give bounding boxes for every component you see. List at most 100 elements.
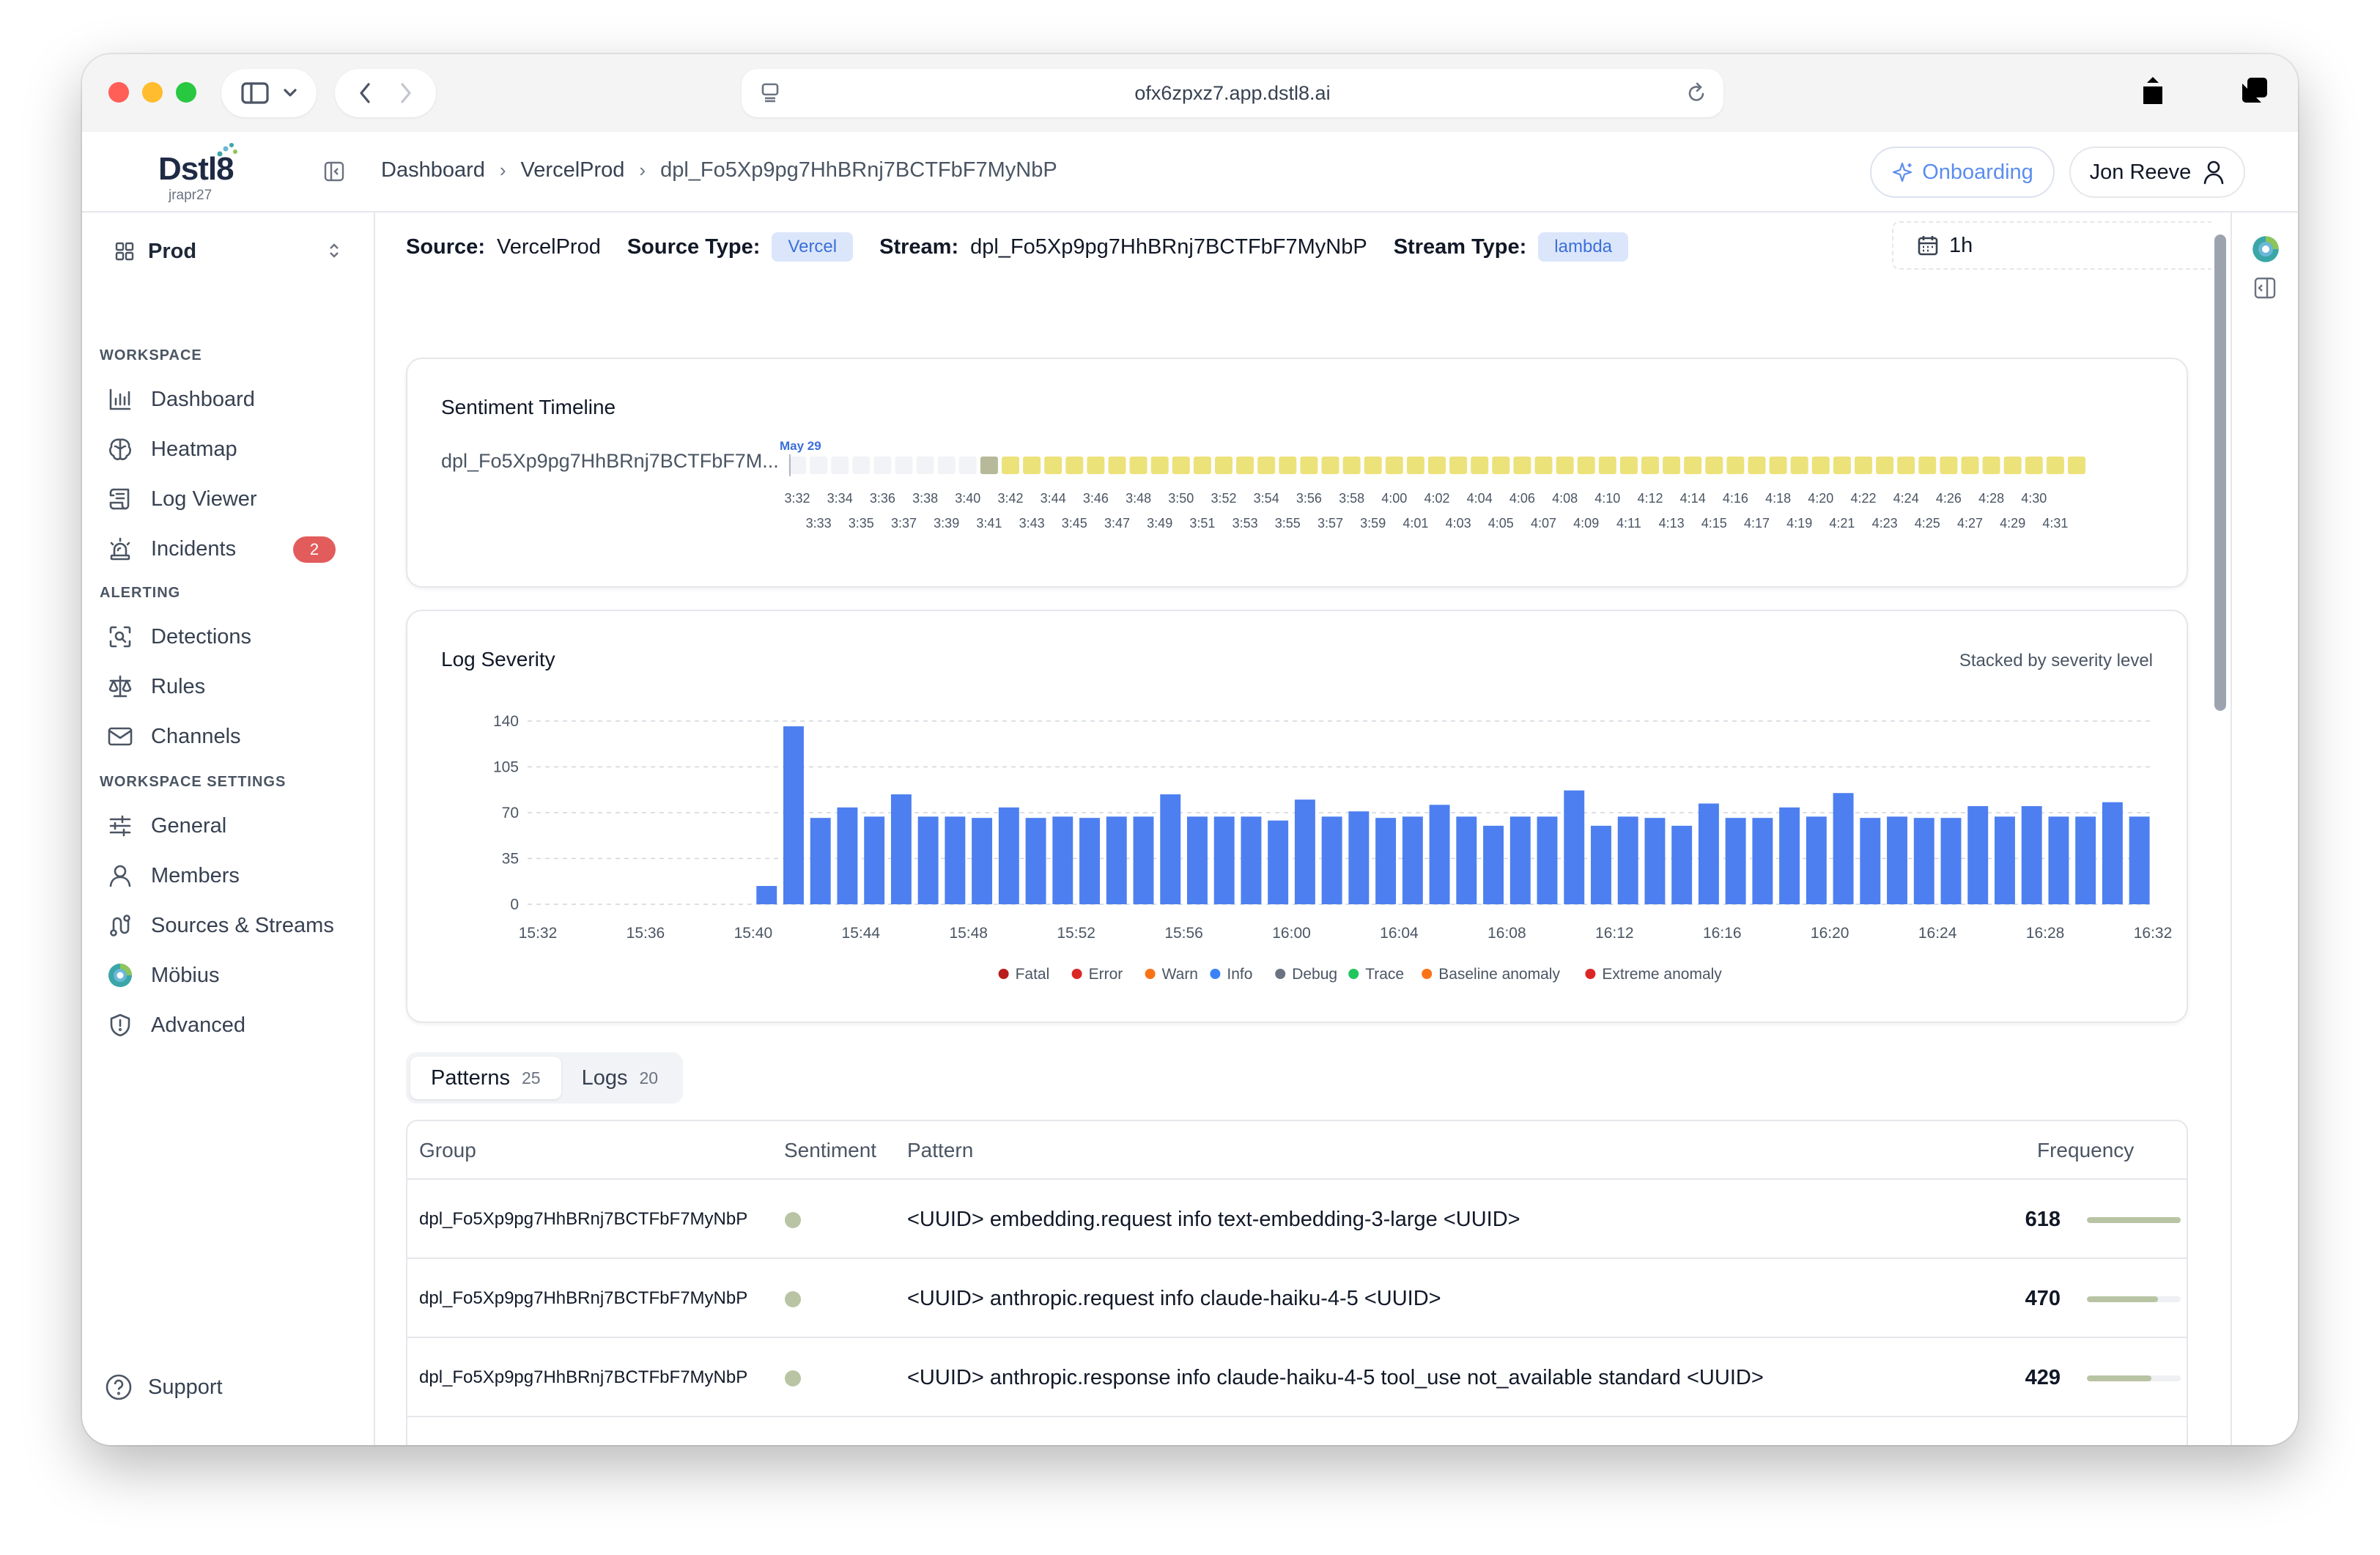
bar-info[interactable] xyxy=(2048,816,2069,904)
sidebar-item-advanced[interactable]: Advanced xyxy=(100,1004,358,1046)
bar-info[interactable] xyxy=(2075,816,2096,904)
bar-info[interactable] xyxy=(1483,825,1504,904)
bar-info[interactable] xyxy=(1806,816,1827,904)
bar-info[interactable] xyxy=(1671,825,1693,904)
bar-info[interactable] xyxy=(1241,816,1262,904)
bar-info[interactable] xyxy=(1752,818,1773,904)
table-row[interactable]: dpl_Fo5Xp9pg7HhBRnj7BCTFbF7MyNbP <UUID> a… xyxy=(407,1338,2187,1417)
sidebar-item-rules[interactable]: Rules xyxy=(100,665,358,708)
bar-info[interactable] xyxy=(1402,816,1423,904)
timeline-cell-positive[interactable] xyxy=(1108,457,1126,474)
timeline-cell-empty[interactable] xyxy=(831,457,849,474)
sidebar-item-general[interactable]: General xyxy=(100,805,358,847)
expand-panel-icon[interactable] xyxy=(2254,277,2276,299)
new-tab-icon[interactable] xyxy=(2191,79,2214,103)
zoom-window-button[interactable] xyxy=(176,82,196,103)
forward-arrow-icon[interactable] xyxy=(400,83,412,103)
bar-info[interactable] xyxy=(945,816,966,904)
bar-info[interactable] xyxy=(1268,820,1289,904)
bar-info[interactable] xyxy=(1375,818,1397,904)
timeline-cell-positive[interactable] xyxy=(1663,457,1681,474)
timeline-cell-positive[interactable] xyxy=(1300,457,1318,474)
timeline-cell-positive[interactable] xyxy=(1428,457,1446,474)
bar-info[interactable] xyxy=(2021,806,2042,904)
sidebar-item-mobius[interactable]: Möbius xyxy=(100,954,358,997)
column-header-frequency[interactable]: Frequency xyxy=(2037,1139,2134,1162)
timeline-cell-positive[interactable] xyxy=(1044,457,1062,474)
share-icon[interactable] xyxy=(2140,75,2166,107)
sidebar-item-sources-streams[interactable]: Sources & Streams xyxy=(100,904,358,947)
timeline-cell-positive[interactable] xyxy=(1641,457,1659,474)
timeline-cell-positive[interactable] xyxy=(1215,457,1232,474)
timeline-cell-positive[interactable] xyxy=(1193,457,1211,474)
timeline-cell-positive[interactable] xyxy=(1279,457,1297,474)
bar-info[interactable] xyxy=(837,807,858,904)
bar-info[interactable] xyxy=(1940,818,1962,904)
bar-info[interactable] xyxy=(1213,816,1235,904)
timeline-cell-positive[interactable] xyxy=(1790,457,1808,474)
timeline-cell-positive[interactable] xyxy=(1534,457,1553,474)
timeline-cell-positive[interactable] xyxy=(1065,457,1084,474)
timeline-cell-positive[interactable] xyxy=(1684,457,1702,474)
bar-info[interactable] xyxy=(1348,811,1370,904)
bar-info[interactable] xyxy=(1698,803,1719,905)
bar-info[interactable] xyxy=(1025,818,1046,904)
timeline-cell-positive[interactable] xyxy=(1705,457,1723,474)
timeline-cell-empty[interactable] xyxy=(852,457,871,474)
collapse-sidebar-icon[interactable] xyxy=(324,161,344,182)
timeline-cell-positive[interactable] xyxy=(1726,457,1745,474)
table-row[interactable]: dpl_Fo5Xp9pg7HhBRnj7BCTFbF7MyNbP <UUID> a… xyxy=(407,1259,2187,1338)
timeline-cell-positive[interactable] xyxy=(1492,457,1510,474)
bar-info[interactable] xyxy=(1779,807,1800,904)
bar-info[interactable] xyxy=(1537,816,1558,904)
user-menu-button[interactable]: Jon Reeve xyxy=(2069,147,2245,198)
bar-info[interactable] xyxy=(1079,818,1100,904)
timeline-cell-empty[interactable] xyxy=(937,457,956,474)
timeline-cell-positive[interactable] xyxy=(2068,457,2085,474)
bar-info[interactable] xyxy=(1052,816,1073,904)
timeline-cell-positive[interactable] xyxy=(1129,457,1148,474)
bar-info[interactable] xyxy=(756,886,777,904)
column-header-pattern[interactable]: Pattern xyxy=(907,1139,973,1162)
timeline-cell-positive[interactable] xyxy=(1748,457,1766,474)
sidebar-item-dashboard[interactable]: Dashboard xyxy=(100,378,358,421)
bar-info[interactable] xyxy=(1591,825,1611,904)
timeline-cell-positive[interactable] xyxy=(1918,457,1937,474)
bar-info[interactable] xyxy=(2102,802,2123,904)
timeline-cell-empty[interactable] xyxy=(916,457,934,474)
timeline-cell-positive[interactable] xyxy=(1897,457,1915,474)
timeline-cell-positive[interactable] xyxy=(1023,457,1041,474)
table-row[interactable]: dpl_Fo5Xp9pg7HhBRnj7BCTFbF7MyNbPdifferen… xyxy=(407,1417,2187,1445)
timeline-cell-empty[interactable] xyxy=(895,457,913,474)
bar-info[interactable] xyxy=(972,818,993,904)
mobius-assistant-icon[interactable] xyxy=(2251,234,2280,264)
timeline-cell-positive[interactable] xyxy=(1598,457,1616,474)
support-link[interactable]: Support xyxy=(100,1366,358,1408)
bar-info[interactable] xyxy=(864,816,885,904)
bar-info[interactable] xyxy=(1456,816,1477,904)
timeline-cell-positive[interactable] xyxy=(1961,457,1979,474)
timeline-cell-positive[interactable] xyxy=(1087,457,1105,474)
timeline-cell-positive[interactable] xyxy=(1364,457,1382,474)
bar-info[interactable] xyxy=(1106,816,1127,904)
bar-info[interactable] xyxy=(1187,816,1208,904)
timeline-cell-positive[interactable] xyxy=(1321,457,1339,474)
bar-info[interactable] xyxy=(810,818,831,904)
onboarding-button[interactable]: Onboarding xyxy=(1870,147,2055,198)
timeline-cell-empty[interactable] xyxy=(873,457,892,474)
tab-logs[interactable]: Logs 20 xyxy=(561,1057,679,1099)
sidebar-item-log-viewer[interactable]: Log Viewer xyxy=(100,478,358,520)
timeline-cell-positive[interactable] xyxy=(1769,457,1787,474)
bar-info[interactable] xyxy=(1995,816,2015,904)
table-row[interactable]: dpl_Fo5Xp9pg7HhBRnj7BCTFbF7MyNbP <UUID> e… xyxy=(407,1180,2187,1259)
timeline-cell-empty[interactable] xyxy=(810,457,828,474)
org-selector[interactable]: Prod xyxy=(104,232,353,271)
timeline-cell-positive[interactable] xyxy=(1342,457,1361,474)
breadcrumb-source[interactable]: VercelProd xyxy=(521,158,625,182)
timeline-cell-positive[interactable] xyxy=(2025,457,2043,474)
back-arrow-icon[interactable] xyxy=(359,83,371,103)
timeline-cell-positive[interactable] xyxy=(1257,457,1276,474)
sidebar-item-channels[interactable]: Channels xyxy=(100,715,358,758)
main-scrollbar-thumb[interactable] xyxy=(2214,234,2226,711)
bar-info[interactable] xyxy=(890,794,912,904)
